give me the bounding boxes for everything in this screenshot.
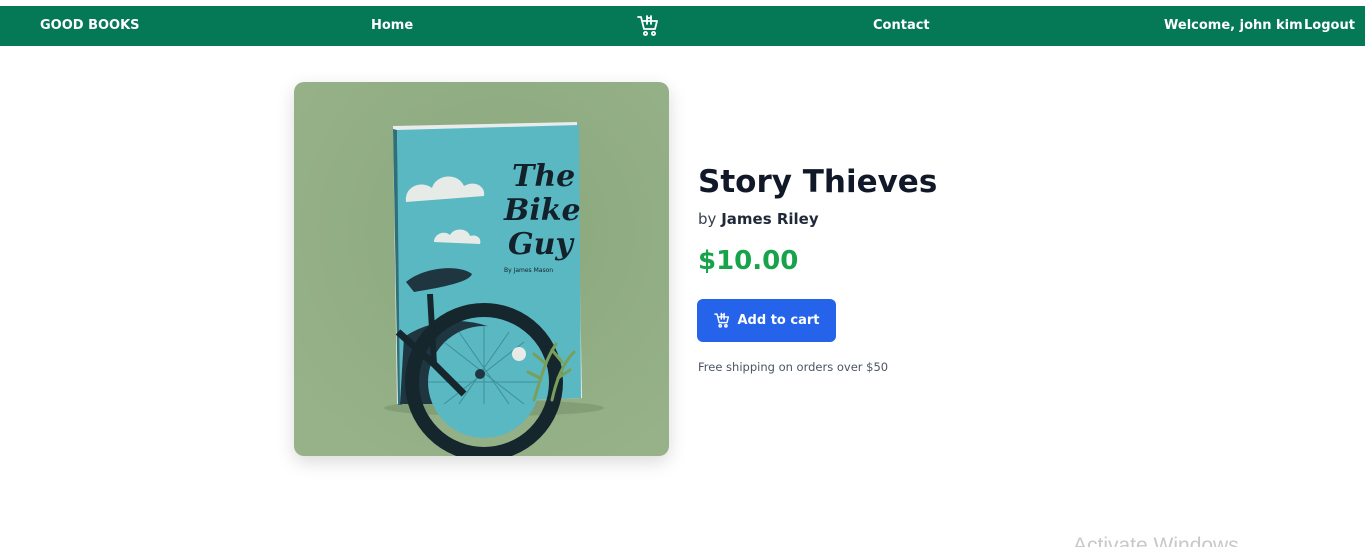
book-cover-image: The Bike Guy By James Mason	[294, 82, 669, 456]
brand-logo[interactable]: GOOD BOOKS	[40, 6, 140, 46]
cart-icon[interactable]	[637, 14, 659, 38]
cart-icon	[713, 312, 730, 329]
navbar: GOOD BOOKS Home Contact Welcome, john ki…	[0, 6, 1365, 46]
product-byline: by James Riley	[698, 210, 819, 228]
product-price: $10.00	[698, 246, 799, 276]
product-title: Story Thieves	[698, 164, 938, 200]
nav-home-link[interactable]: Home	[371, 6, 413, 46]
activate-windows-watermark: Activate Windows	[1073, 534, 1239, 547]
add-to-cart-label: Add to cart	[737, 313, 820, 328]
logout-link[interactable]: Logout	[1304, 6, 1355, 46]
add-to-cart-button[interactable]: Add to cart	[697, 299, 836, 342]
cover-title-line2: Bike	[503, 193, 581, 228]
cover-title-line1: The	[512, 159, 575, 194]
by-prefix: by	[698, 210, 717, 228]
author-name: James Riley	[721, 210, 819, 228]
cover-author: By James Mason	[504, 267, 553, 274]
shipping-note: Free shipping on orders over $50	[698, 360, 889, 374]
nav-contact-link[interactable]: Contact	[873, 6, 930, 46]
welcome-text: Welcome, john kim	[1164, 18, 1303, 33]
cover-title-line3: Guy	[508, 227, 575, 262]
